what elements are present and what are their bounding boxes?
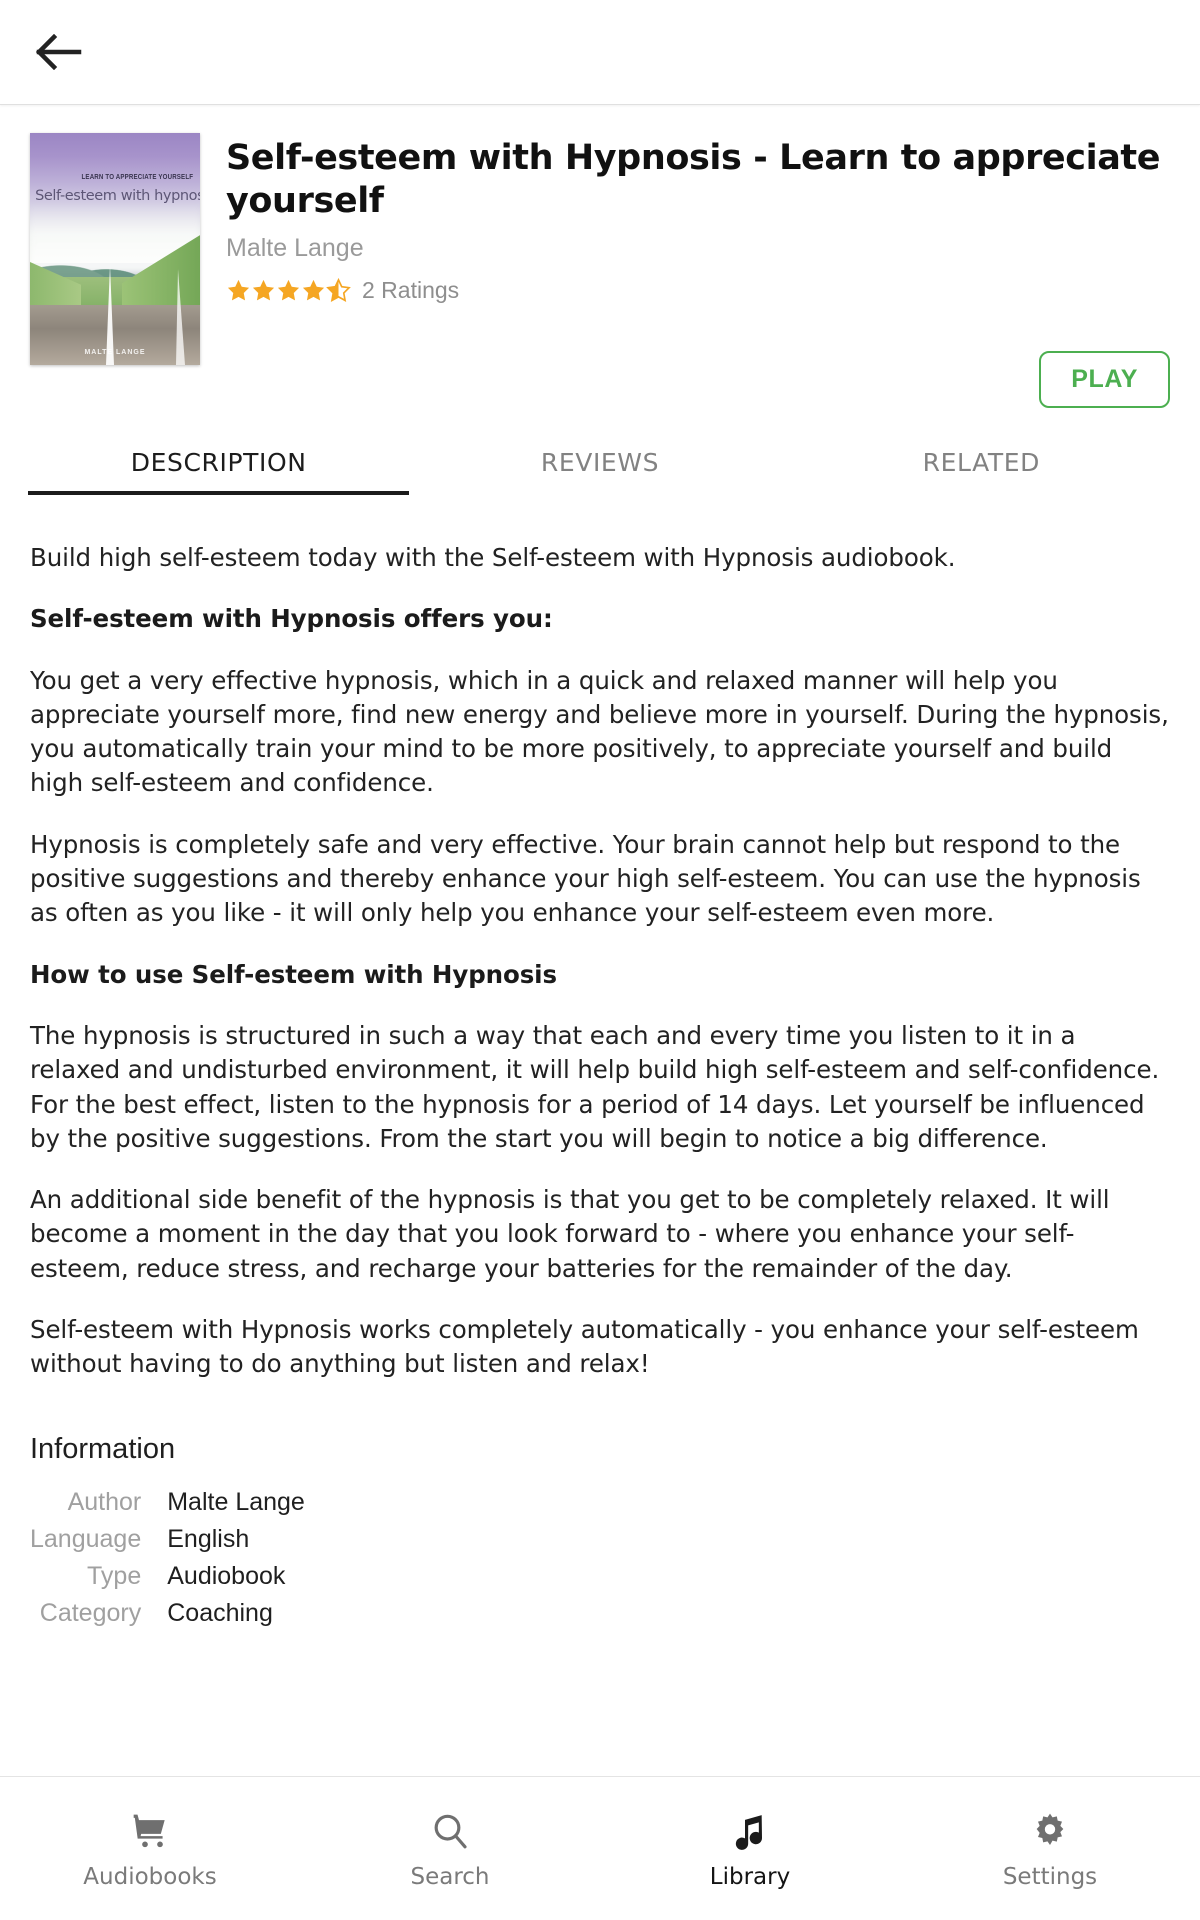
info-value-type: Audiobook [167, 1561, 286, 1590]
table-row: Type Audiobook [30, 1558, 305, 1595]
nav-item-settings[interactable]: Settings [900, 1777, 1200, 1920]
description-subheading: Self-esteem with Hypnosis offers you: [30, 604, 553, 634]
nav-item-search[interactable]: Search [300, 1777, 600, 1920]
app-bar [0, 0, 1200, 105]
tab-reviews[interactable]: REVIEWS [409, 448, 790, 495]
description-paragraph: You get a very effective hypnosis, which… [30, 665, 1169, 798]
cover-kicker-text: LEARN TO APPRECIATE YOURSELF [81, 172, 194, 182]
info-value-category: Coaching [167, 1598, 273, 1627]
description-subheading: How to use Self-esteem with Hypnosis [30, 959, 557, 989]
info-key-category: Category [39, 1598, 142, 1627]
tab-bar: DESCRIPTION REVIEWS RELATED [0, 448, 1200, 495]
table-row: Author Malte Lange [30, 1484, 305, 1521]
description-paragraph: The hypnosis is structured in such a way… [30, 1020, 1160, 1153]
book-meta: Self-esteem with Hypnosis - Learn to app… [200, 133, 1170, 365]
shopping-cart-icon [130, 1808, 170, 1854]
table-row: Language English [30, 1521, 305, 1558]
cover-author-text: MALTE LANGE [84, 348, 146, 356]
audiobook-detail-screen: LEARN TO APPRECIATE YOURSELF Self-esteem… [0, 0, 1200, 1920]
arrow-left-icon [36, 34, 82, 70]
nav-item-audiobooks[interactable]: Audiobooks [0, 1777, 300, 1920]
scroll-content: LEARN TO APPRECIATE YOURSELF Self-esteem… [0, 105, 1200, 1776]
page-title: Self-esteem with Hypnosis - Learn to app… [226, 138, 1161, 221]
music-note-icon [730, 1808, 770, 1854]
back-button[interactable] [14, 7, 104, 97]
tab-description[interactable]: DESCRIPTION [28, 448, 410, 495]
tab-related[interactable]: RELATED [791, 448, 1172, 495]
nav-label-search: Search [410, 1863, 490, 1890]
nav-label-settings: Settings [1002, 1863, 1098, 1890]
bottom-navigation: Audiobooks Search Library Settings [0, 1776, 1200, 1920]
description-paragraph: Build high self-esteem today with the Se… [30, 543, 956, 572]
rating-stars [226, 275, 356, 305]
information-section: Information Author Malte Lange Language … [0, 1409, 1200, 1632]
information-table: Author Malte Lange Language English Type… [30, 1484, 305, 1632]
info-key-author: Author [67, 1487, 142, 1516]
information-heading: Information [30, 1432, 176, 1465]
nav-label-library: Library [709, 1863, 791, 1890]
book-author: Malte Lange [226, 234, 364, 263]
description-paragraph: An additional side benefit of the hypnos… [30, 1185, 1110, 1283]
info-value-language: English [167, 1524, 250, 1553]
nav-label-audiobooks: Audiobooks [83, 1863, 217, 1890]
search-icon [430, 1808, 470, 1854]
nav-item-library[interactable]: Library [600, 1777, 900, 1920]
gear-icon [1030, 1808, 1070, 1854]
rating-count-label: 2 Ratings [362, 276, 460, 303]
description-paragraph: Hypnosis is completely safe and very eff… [30, 829, 1141, 928]
info-key-language: Language [30, 1524, 142, 1553]
description-paragraph: Self-esteem with Hypnosis works complete… [30, 1315, 1139, 1379]
description-body: Build high self-esteem today with the Se… [0, 495, 1200, 1382]
info-value-author: Malte Lange [167, 1487, 305, 1516]
rating-row: 2 Ratings [226, 275, 1170, 305]
book-cover-image: LEARN TO APPRECIATE YOURSELF Self-esteem… [30, 133, 200, 365]
cover-title-text: Self-esteem with hypnosis [35, 187, 200, 204]
table-row: Category Coaching [30, 1595, 305, 1632]
info-key-type: Type [87, 1561, 142, 1590]
book-hero: LEARN TO APPRECIATE YOURSELF Self-esteem… [0, 105, 1200, 365]
